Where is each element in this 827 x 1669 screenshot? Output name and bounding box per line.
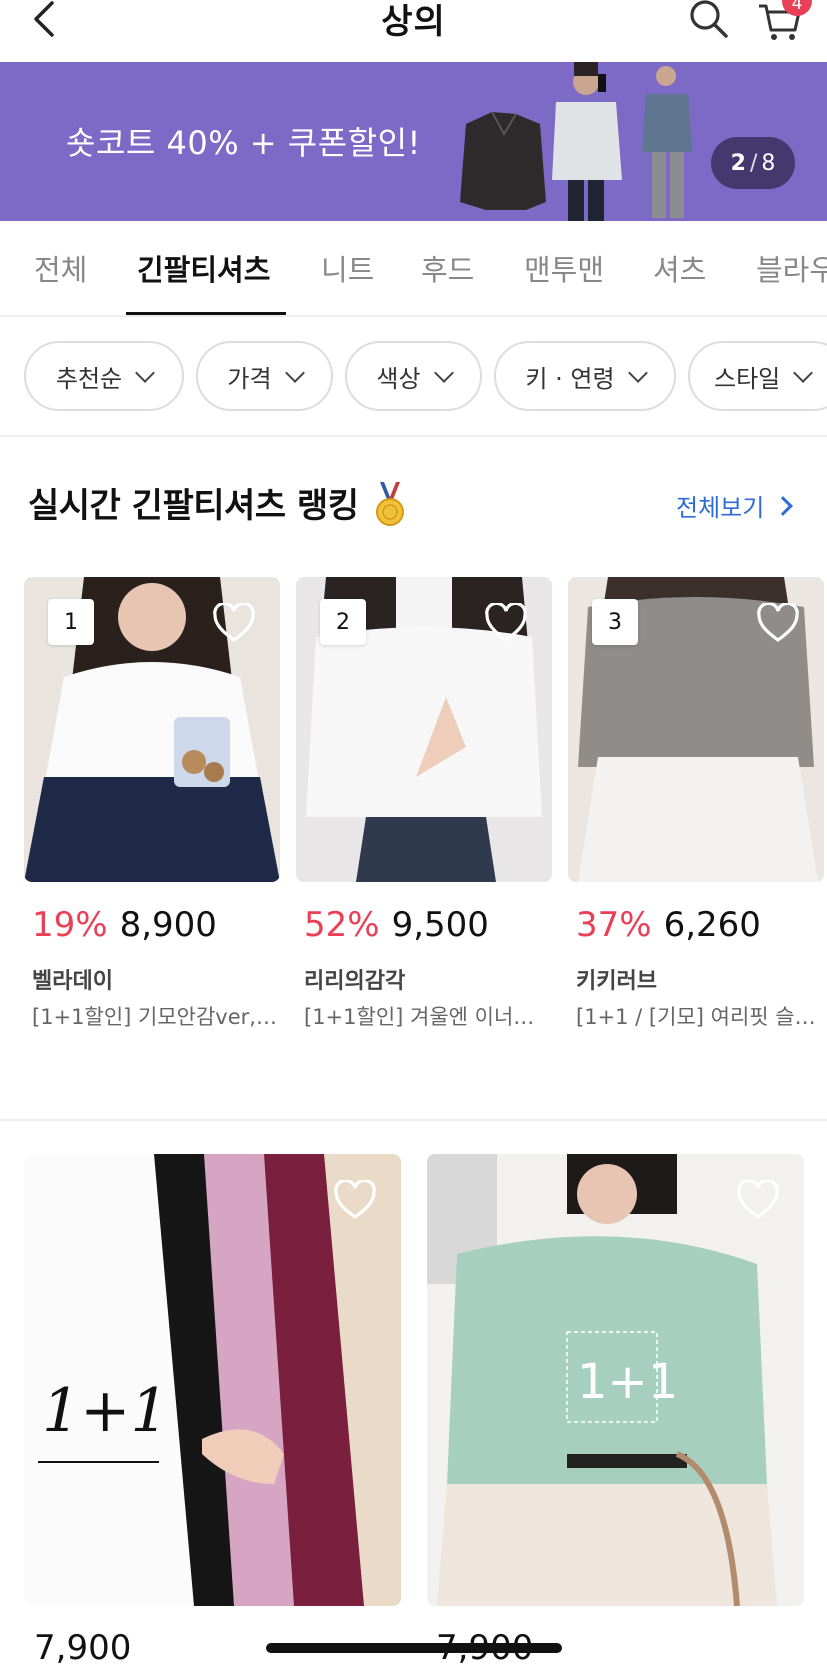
ranking-item-3[interactable]: 3 37% 6,260 키키러브 [1+1 / [기모] 여리핏 슬… [568,577,824,1029]
tab-shirts[interactable]: 셔츠 [653,247,706,289]
see-all-label: 전체보기 [676,494,765,522]
price-row: 19% 8,900 [32,905,217,945]
chevron-down-icon [627,363,648,383]
active-tab-indicator [126,312,286,315]
filter-sort-label: 추천순 [55,364,123,393]
heart-icon[interactable] [484,603,528,643]
tab-long-sleeve-tshirts[interactable]: 긴팔티셔츠 [137,247,270,289]
rank-badge: 2 [320,599,366,645]
tab-blouse[interactable]: 블라우 [756,247,827,289]
product-name: [1+1할인] 겨울엔 이너… [304,1005,535,1029]
product-image[interactable]: 1 [24,577,280,882]
ranking-title: 실시간 긴팔티셔츠 랭킹 [28,486,359,526]
product-image[interactable]: 3 [568,577,824,882]
filter-style-label: 스타일 [714,364,781,393]
heart-icon[interactable] [736,1180,780,1220]
category-tabs: 전체 긴팔티셔츠 니트 후드 맨투맨 셔츠 블라우 [0,221,827,317]
price-row: 52% 9,500 [304,905,489,945]
brand-name: 리리의감각 [304,969,406,994]
banner-page-indicator: 2 / 8 [711,137,795,189]
heart-icon[interactable] [212,603,256,643]
banner-text: 숏코트 40% + 쿠폰할인! [66,124,421,162]
top-app-bar: 상의 4 [0,0,827,62]
heart-icon[interactable] [333,1180,377,1220]
medal-icon [376,482,404,526]
tab-knit[interactable]: 니트 [321,247,374,289]
home-indicator[interactable] [266,1643,562,1653]
chevron-down-icon [284,363,305,383]
sale-price: 9,500 [391,905,489,945]
section-divider [0,1119,827,1121]
banner-page-total: 8 [761,150,776,176]
filter-height-age[interactable]: 키 · 연령 [494,341,676,411]
banner-clothing-image [460,62,692,221]
product-price: 7,900 [34,1628,132,1668]
chevron-down-icon [793,363,814,383]
product-card-1[interactable]: 1+1 [24,1154,401,1606]
chevron-right-icon [773,495,794,516]
sale-price: 6,260 [663,905,761,945]
brand-name: 벨라데이 [32,969,113,994]
tab-hoodie[interactable]: 후드 [421,247,474,289]
price-row: 37% 6,260 [576,905,761,945]
filter-color[interactable]: 색상 [345,341,482,411]
discount-rate: 19% [32,905,108,945]
search-icon [690,0,728,38]
discount-rate: 37% [576,905,652,945]
filter-bar: 추천순 가격 색상 키 · 연령 스타일 [0,317,827,437]
banner-page-current: 2 [730,150,746,176]
filter-style[interactable]: 스타일 [688,341,827,411]
chevron-down-icon [433,363,454,383]
search-button[interactable] [688,0,730,42]
bundle-overlay-text: 1+1 [42,1376,169,1446]
product-card-2[interactable]: 1+1 [427,1154,804,1606]
filter-price[interactable]: 가격 [196,341,333,411]
tab-sweatshirt[interactable]: 맨투맨 [524,247,604,289]
promo-banner[interactable]: 숏코트 40% + 쿠폰할인! 2 / 8 [0,62,827,221]
rank-badge: 3 [592,599,638,645]
tab-all[interactable]: 전체 [34,247,87,289]
bundle-overlay-text: 1+1 [577,1354,679,1410]
ranking-item-1[interactable]: 1 19% 8,900 벨라데이 [1+1할인] 기모안감ver,… [24,577,280,1029]
filter-color-label: 색상 [376,364,421,393]
filter-height-age-label: 키 · 연령 [525,364,615,393]
heart-icon[interactable] [756,603,800,643]
filter-sort[interactable]: 추천순 [24,341,184,411]
ranking-item-2[interactable]: 2 52% 9,500 리리의감각 [1+1할인] 겨울엔 이너… [296,577,552,1029]
rank-badge: 1 [48,599,94,645]
banner-page-sep: / [749,150,758,176]
sale-price: 8,900 [119,905,217,945]
product-name: [1+1 / [기모] 여리핏 슬… [576,1005,816,1029]
product-name: [1+1할인] 기모안감ver,… [32,1005,277,1029]
cart-button[interactable]: 4 [757,0,812,42]
product-image[interactable]: 2 [296,577,552,882]
discount-rate: 52% [304,905,380,945]
brand-name: 키키러브 [576,969,657,994]
see-all-link[interactable]: 전체보기 [676,488,794,523]
chevron-down-icon [135,363,156,383]
filter-price-label: 가격 [227,364,272,393]
